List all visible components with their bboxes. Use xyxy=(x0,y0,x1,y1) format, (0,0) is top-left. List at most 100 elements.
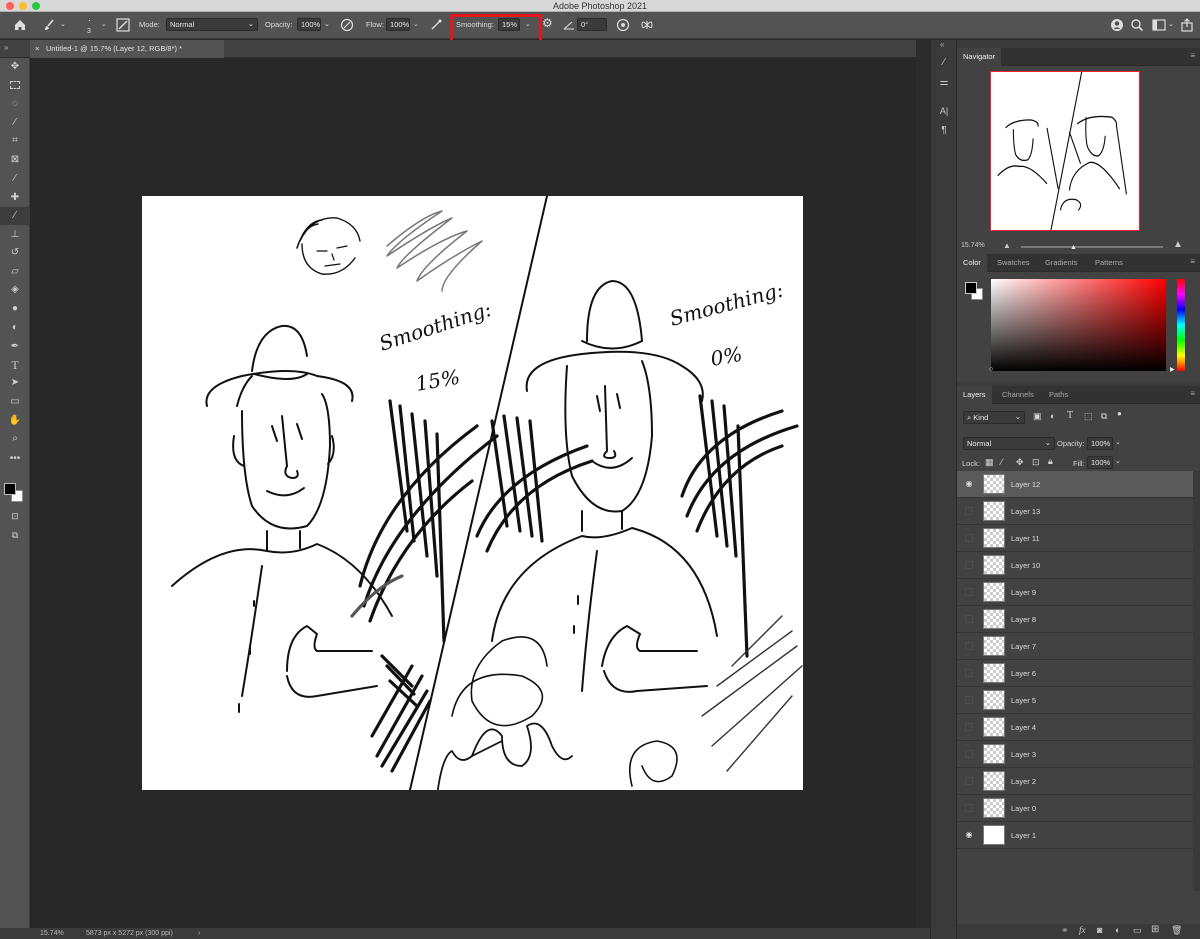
layer-name[interactable]: Layer 9 xyxy=(1011,579,1036,606)
document-canvas[interactable]: Smoothing: 15% Smoothing: 0% xyxy=(142,195,803,797)
lock-artboard-icon[interactable]: ⊡ xyxy=(1032,457,1040,468)
flow-input[interactable]: 100% xyxy=(386,18,410,31)
share-icon[interactable] xyxy=(1180,18,1194,32)
workspace-chevron-down-icon[interactable]: ⌄ xyxy=(1168,19,1174,31)
screen-mode-icon[interactable]: ⧉ xyxy=(0,526,30,544)
filter-type-icon[interactable]: T xyxy=(1067,410,1073,421)
visibility-toggle[interactable] xyxy=(965,777,973,785)
fill-chevron-down-icon[interactable]: ⌄ xyxy=(1115,457,1121,465)
history-brush-tool-icon[interactable]: ↺ xyxy=(0,244,30,262)
link-layers-icon[interactable]: ⚭ xyxy=(1061,925,1069,936)
layer-name[interactable]: Layer 5 xyxy=(1011,687,1036,714)
hue-slider[interactable] xyxy=(1177,279,1185,371)
lock-position-icon[interactable]: ✥ xyxy=(1016,457,1024,468)
canvas-area[interactable]: Smoothing: 15% Smoothing: 0% xyxy=(31,58,916,928)
add-mask-icon[interactable]: ◙ xyxy=(1097,925,1102,935)
collapse-panels-icon[interactable]: » xyxy=(4,43,8,52)
lock-transparent-icon[interactable]: ▦ xyxy=(985,457,994,468)
visibility-toggle[interactable] xyxy=(965,669,973,677)
layer-name[interactable]: Layer 11 xyxy=(1011,525,1040,552)
zoom-in-mountain-icon[interactable]: ▲ xyxy=(1173,239,1183,250)
layer-name[interactable]: Layer 3 xyxy=(1011,741,1036,768)
brush-settings-icon[interactable]: ⁄ xyxy=(931,54,957,72)
visibility-toggle[interactable] xyxy=(965,750,973,758)
foreground-color-swatch[interactable] xyxy=(4,483,16,495)
layer-row[interactable]: ◉ Layer 1 xyxy=(957,822,1193,849)
tab-layers[interactable]: Layers xyxy=(957,386,992,404)
tab-paths[interactable]: Paths xyxy=(1049,386,1068,404)
opacity-chevron-down-icon[interactable]: ⌄ xyxy=(324,19,330,31)
workspace-icon[interactable] xyxy=(1152,18,1166,32)
clone-stamp-tool-icon[interactable]: ⊥ xyxy=(0,226,30,244)
healing-brush-tool-icon[interactable]: ✚ xyxy=(0,189,30,207)
layer-name[interactable]: Layer 1 xyxy=(1011,822,1036,849)
filter-adjustment-icon[interactable]: ◐ xyxy=(1050,411,1055,421)
brush-tool-icon[interactable] xyxy=(42,18,56,32)
airbrush-icon[interactable] xyxy=(429,18,443,32)
layer-opacity-chevron-down-icon[interactable]: ⌄ xyxy=(1115,438,1121,446)
status-zoom[interactable]: 15.74% xyxy=(40,928,64,939)
gear-icon[interactable]: ⚙ xyxy=(542,17,553,29)
layer-row[interactable]: Layer 8 xyxy=(957,606,1193,633)
status-chevron-right-icon[interactable]: › xyxy=(198,928,200,939)
visibility-toggle[interactable] xyxy=(965,588,973,596)
blur-tool-icon[interactable]: ● xyxy=(0,300,30,318)
visibility-toggle[interactable] xyxy=(965,615,973,623)
blend-mode-select[interactable]: Normal ⌄ xyxy=(963,437,1055,450)
tab-swatches[interactable]: Swatches xyxy=(997,254,1030,272)
angle-input[interactable]: 0° xyxy=(577,18,607,31)
visibility-toggle[interactable] xyxy=(965,804,973,812)
layer-row[interactable]: Layer 7 xyxy=(957,633,1193,660)
navigator-menu-icon[interactable]: ≡ xyxy=(1190,51,1195,60)
tab-navigator[interactable]: Navigator xyxy=(957,48,1002,66)
layer-name[interactable]: Layer 10 xyxy=(1011,552,1040,579)
brush-size-chevron-down-icon[interactable]: ⌄ xyxy=(101,19,107,31)
layer-name[interactable]: Layer 2 xyxy=(1011,768,1036,795)
pen-tool-icon[interactable]: ✒ xyxy=(0,338,30,356)
filter-pixel-icon[interactable]: ▣ xyxy=(1033,411,1042,422)
new-layer-icon[interactable]: ⊞ xyxy=(1151,924,1159,935)
brush-tool-selected-icon[interactable]: ⁄ xyxy=(0,207,30,225)
navigator-zoom-slider[interactable] xyxy=(1021,246,1163,248)
type-tool-icon[interactable]: T xyxy=(0,356,30,374)
lasso-tool-icon[interactable]: ◌ xyxy=(0,95,30,113)
account-icon[interactable] xyxy=(1110,18,1124,32)
opacity-input[interactable]: 100% xyxy=(297,18,321,31)
adjustment-layer-icon[interactable]: ◐ xyxy=(1115,925,1120,935)
navigator-zoom[interactable]: 15.74% xyxy=(961,242,985,249)
brush-settings-panel-icon[interactable] xyxy=(116,18,130,32)
layer-name[interactable]: Layer 12 xyxy=(1011,471,1040,498)
layers-menu-icon[interactable]: ≡ xyxy=(1190,389,1195,398)
character-panel-icon[interactable]: A| xyxy=(931,102,957,120)
layer-row[interactable]: Layer 13 xyxy=(957,498,1193,525)
layer-row[interactable]: Layer 11 xyxy=(957,525,1193,552)
layers-scrollbar[interactable] xyxy=(1193,471,1200,891)
close-tab-icon[interactable]: × xyxy=(35,40,39,58)
tab-color[interactable]: Color xyxy=(957,254,987,272)
tab-gradients[interactable]: Gradients xyxy=(1045,254,1078,272)
paragraph-panel-icon[interactable]: ¶ xyxy=(931,122,957,140)
expand-panels-icon[interactable]: « xyxy=(940,40,944,49)
symmetry-butterfly-icon[interactable] xyxy=(640,18,654,32)
zoom-out-mountain-icon[interactable]: ▲ xyxy=(1003,241,1011,250)
filter-smart-object-icon[interactable]: ⧉ xyxy=(1101,411,1107,422)
marquee-tool-icon[interactable] xyxy=(0,77,30,95)
navigator-slider-thumb-icon[interactable]: ▲ xyxy=(1070,244,1077,251)
saturation-brightness-field[interactable] xyxy=(991,279,1166,371)
layer-name[interactable]: Layer 7 xyxy=(1011,633,1036,660)
brush-preset-chevron-down-icon[interactable]: ⌄ xyxy=(60,19,66,31)
trash-icon[interactable]: 🗑︎ xyxy=(1171,925,1182,936)
flow-chevron-down-icon[interactable]: ⌄ xyxy=(413,19,419,31)
dodge-tool-icon[interactable]: ◐ xyxy=(0,319,30,337)
visibility-toggle[interactable] xyxy=(965,642,973,650)
home-icon[interactable] xyxy=(13,18,27,32)
layer-row[interactable]: Layer 4 xyxy=(957,714,1193,741)
visibility-toggle[interactable] xyxy=(965,507,973,515)
crop-tool-icon[interactable]: ⌗ xyxy=(0,132,30,150)
layer-name[interactable]: Layer 13 xyxy=(1011,498,1040,525)
frame-tool-icon[interactable]: ⊠ xyxy=(0,151,30,169)
tab-patterns[interactable]: Patterns xyxy=(1095,254,1123,272)
color-menu-icon[interactable]: ≡ xyxy=(1190,257,1195,266)
layer-row[interactable]: Layer 10 xyxy=(957,552,1193,579)
visibility-toggle[interactable] xyxy=(965,534,973,542)
